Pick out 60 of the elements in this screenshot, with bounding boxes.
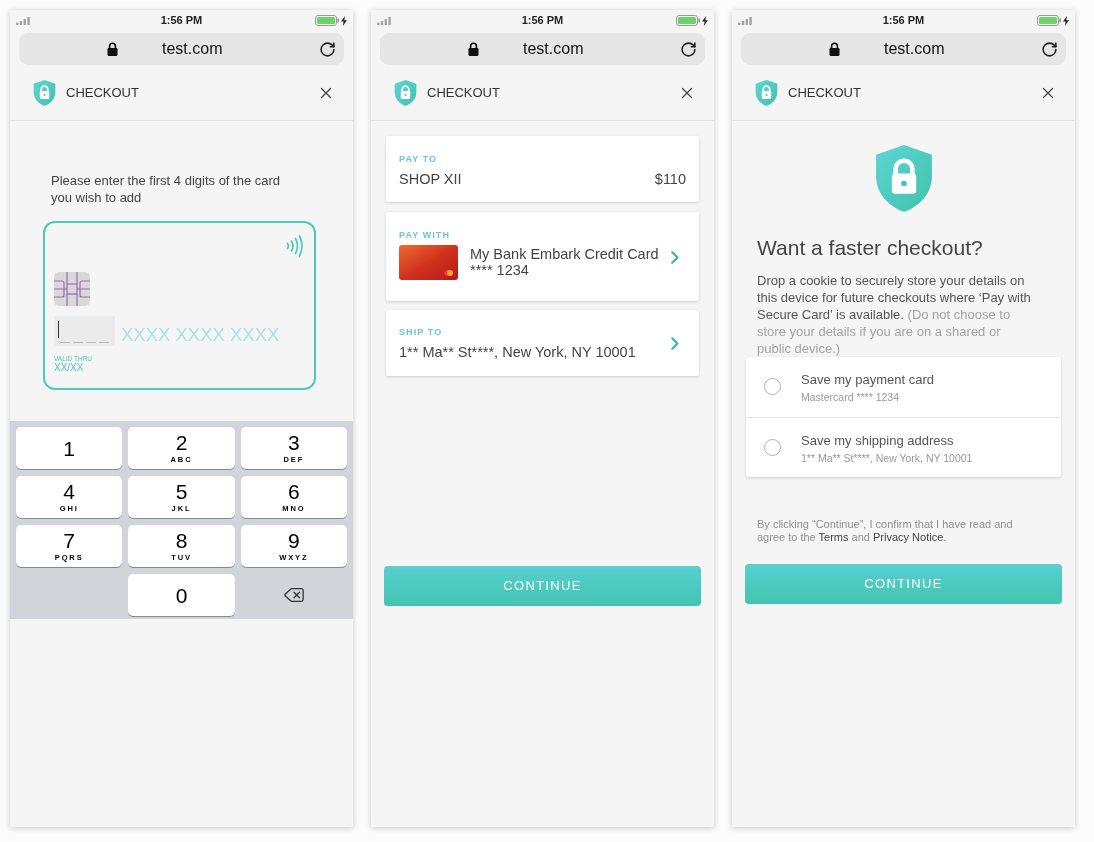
charging-bolt-icon [341,15,347,26]
card-chip-icon [54,272,90,306]
section-label: PAY TO [399,154,438,165]
checkout-title: CHECKOUT [788,83,861,102]
consent-link[interactable]: Terms [818,531,849,543]
lock-icon [829,42,840,56]
contactless-icon [286,235,304,257]
summary-card[interactable]: PAY WITH My Bank Embark Credit Card **** 1234 [386,211,699,301]
description-text: Drop a cookie to securely store your details on this device for future checkouts where ‘Pay with Secure Card’ is available. (Do not choose to store your details if you are on a shared or public device.) [757,272,1032,357]
shield-lock-icon [874,145,933,212]
address-bar[interactable]: test.com [19,33,344,65]
address-bar[interactable]: test.com [741,33,1066,65]
reload-icon[interactable] [680,40,697,58]
charging-bolt-icon [1063,15,1069,26]
page-heading: Want a faster checkout? [757,236,983,260]
keypad-key[interactable]: 1 [16,427,123,469]
lock-icon [107,42,118,56]
charging-bolt-icon [702,15,708,26]
reload-icon[interactable] [1041,40,1058,58]
battery-icon [315,15,339,26]
overlapping-circles-icon [444,269,453,276]
save-option[interactable]: Save my payment card Mastercard **** 1234 [746,357,1061,417]
radio-button[interactable] [764,378,781,395]
text-cursor-icon [58,321,59,338]
section-label: SHIP TO [399,327,443,338]
radio-button[interactable] [764,439,781,456]
merchant-name: SHOP XII [399,170,462,188]
option-detail: Mastercard **** 1234 [801,391,900,404]
battery-icon [1037,15,1061,26]
save-option[interactable]: Save my shipping address 1** Ma** St****, New York, NY 10001 [746,417,1061,477]
digits-input-field[interactable] [54,316,115,346]
shipping-address: 1** Ma** St****, New York, NY 10001 [399,343,636,361]
checkout-title: CHECKOUT [66,83,139,102]
card-name: My Bank Embark Credit Card [470,245,659,262]
battery-icon [676,15,700,26]
reload-icon[interactable] [319,40,336,58]
option-detail: 1** Ma** St****, New York, NY 10001 [801,452,973,465]
consent-text: By clicking “Continue”, I confirm that I have read and agree to the Terms and Privacy Notice. [757,518,1014,544]
prompt-text: Please enter the first 4 digits of the card you wish to add [51,172,282,206]
status-time: 1:56 PM [521,15,564,26]
shield-lock-icon [394,79,417,106]
status-time: 1:56 PM [882,15,925,26]
status-time: 1:56 PM [160,15,203,26]
section-label: PAY WITH [399,229,450,241]
signal-icon [738,16,752,25]
chevron-right-icon [671,336,679,350]
chevron-right-icon [671,250,679,264]
option-title: Save my payment card [801,372,934,388]
card-number: **** 1234 [470,261,529,278]
checkout-title: CHECKOUT [427,83,500,102]
signal-icon [16,16,30,25]
summary-card[interactable]: SHIP TO 1** Ma** St****, New York, NY 10001 [386,310,699,376]
address-bar[interactable]: test.com [380,33,705,65]
lock-icon [468,42,479,56]
shield-lock-icon [755,79,778,106]
keypad-key[interactable]: 0 [128,574,235,616]
shield-lock-icon [33,79,56,106]
signal-icon [377,16,391,25]
option-title: Save my shipping address [801,433,954,449]
amount-text: $110 [654,170,686,188]
